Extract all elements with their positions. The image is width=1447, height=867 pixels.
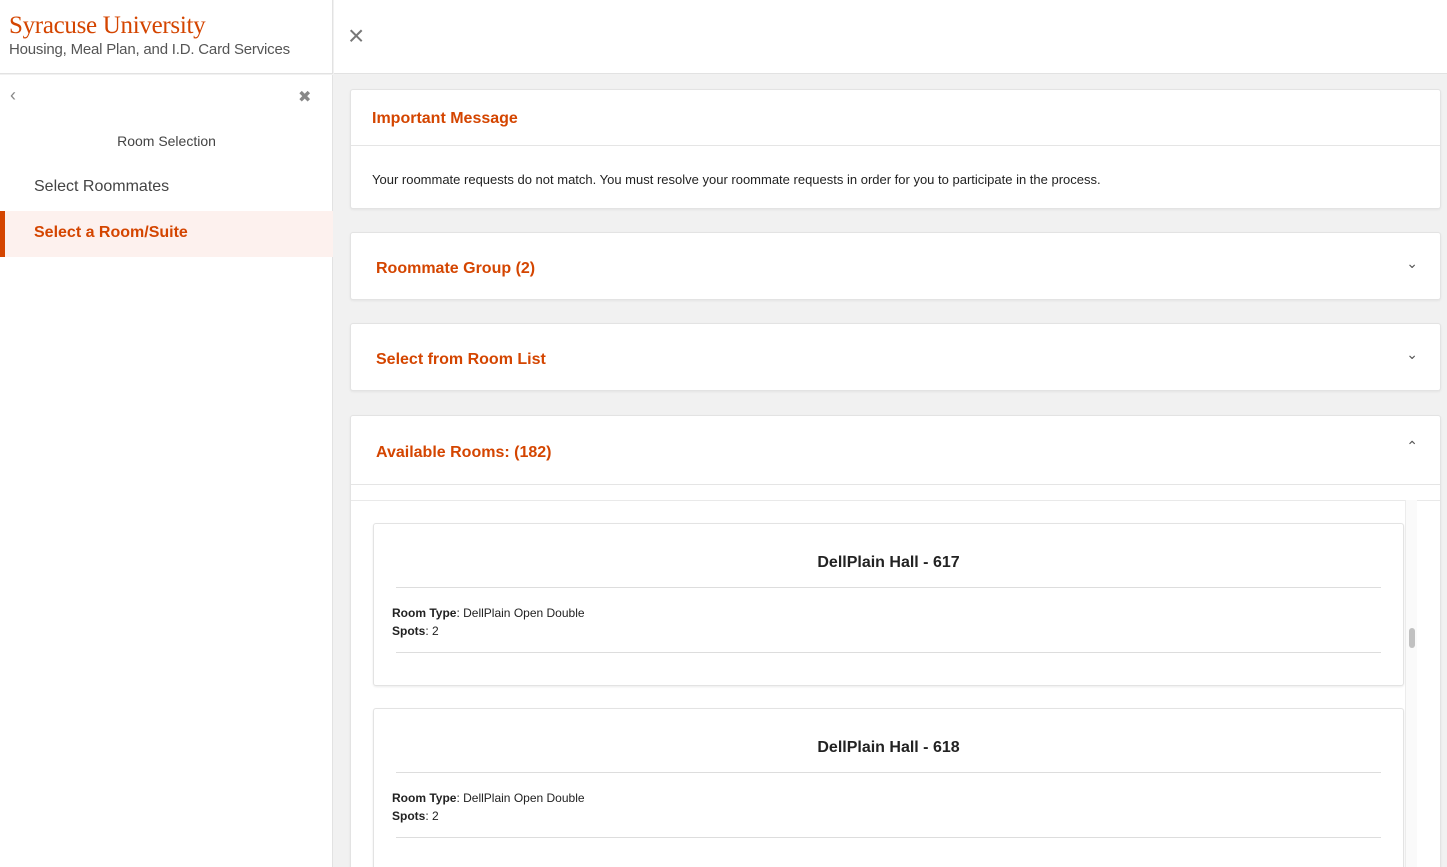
brand-name: Syracuse University [9,12,206,39]
accordion-title: Roommate Group (2) [376,260,536,277]
room-type-label: Room Type [392,791,457,805]
chevron-up-icon[interactable]: ⌃ [1406,438,1418,455]
room-spots-value: 2 [432,809,439,823]
room-type-label: Room Type [392,606,457,620]
divider [396,837,1381,838]
room-spots: Spots: 2 [392,624,439,638]
accordion-available-rooms: Available Rooms: (182) ⌃ DellPlain Hall … [350,415,1441,867]
message-title: Important Message [351,90,1440,146]
room-list: DellPlain Hall - 617 Room Type: DellPlai… [351,500,1440,867]
scrollbar-thumb[interactable] [1409,628,1415,648]
room-type: Room Type: DellPlain Open Double [392,606,585,620]
room-name: DellPlain Hall - 617 [396,554,1381,588]
sidebar-item-select-roommates[interactable]: Select Roommates [0,165,333,211]
room-type-value: DellPlain Open Double [463,606,585,620]
room-spots-label: Spots [392,809,426,823]
scrollbar[interactable] [1405,500,1417,867]
brand-header: Syracuse University Housing, Meal Plan, … [0,0,333,74]
accordion-roommate-group[interactable]: Roommate Group (2) ⌄ [350,232,1441,300]
brand-subtitle: Housing, Meal Plan, and I.D. Card Servic… [9,41,290,58]
accordion-header[interactable]: Available Rooms: (182) ⌃ [351,416,1440,485]
room-type: Room Type: DellPlain Open Double [392,791,585,805]
close-icon[interactable]: × [348,22,376,50]
room-card[interactable]: DellPlain Hall - 617 Room Type: DellPlai… [373,523,1404,686]
room-spots-value: 2 [432,624,439,638]
divider [396,652,1381,653]
sidebar: ‹ ✖ Room Selection Select Roommates Sele… [0,75,333,867]
room-spots: Spots: 2 [392,809,439,823]
accordion-select-from-room-list[interactable]: Select from Room List ⌄ [350,323,1441,391]
room-card[interactable]: DellPlain Hall - 618 Room Type: DellPlai… [373,708,1404,867]
chevron-down-icon[interactable]: ⌄ [1406,255,1418,272]
sidebar-item-select-room-suite[interactable]: Select a Room/Suite [0,211,333,257]
message-body: Your roommate requests do not match. You… [372,172,1101,187]
accordion-title: Available Rooms: (182) [376,444,552,461]
accordion-title: Select from Room List [376,351,546,368]
sidebar-title: Room Selection [117,133,216,149]
top-bar: × [334,0,1447,74]
room-type-value: DellPlain Open Double [463,791,585,805]
room-spots-label: Spots [392,624,426,638]
sidebar-close-icon[interactable]: ✖ [298,87,311,107]
important-message-panel: Important Message Your roommate requests… [350,89,1441,209]
chevron-left-icon[interactable]: ‹ [10,85,16,106]
room-name: DellPlain Hall - 618 [396,739,1381,773]
chevron-down-icon[interactable]: ⌄ [1406,346,1418,363]
